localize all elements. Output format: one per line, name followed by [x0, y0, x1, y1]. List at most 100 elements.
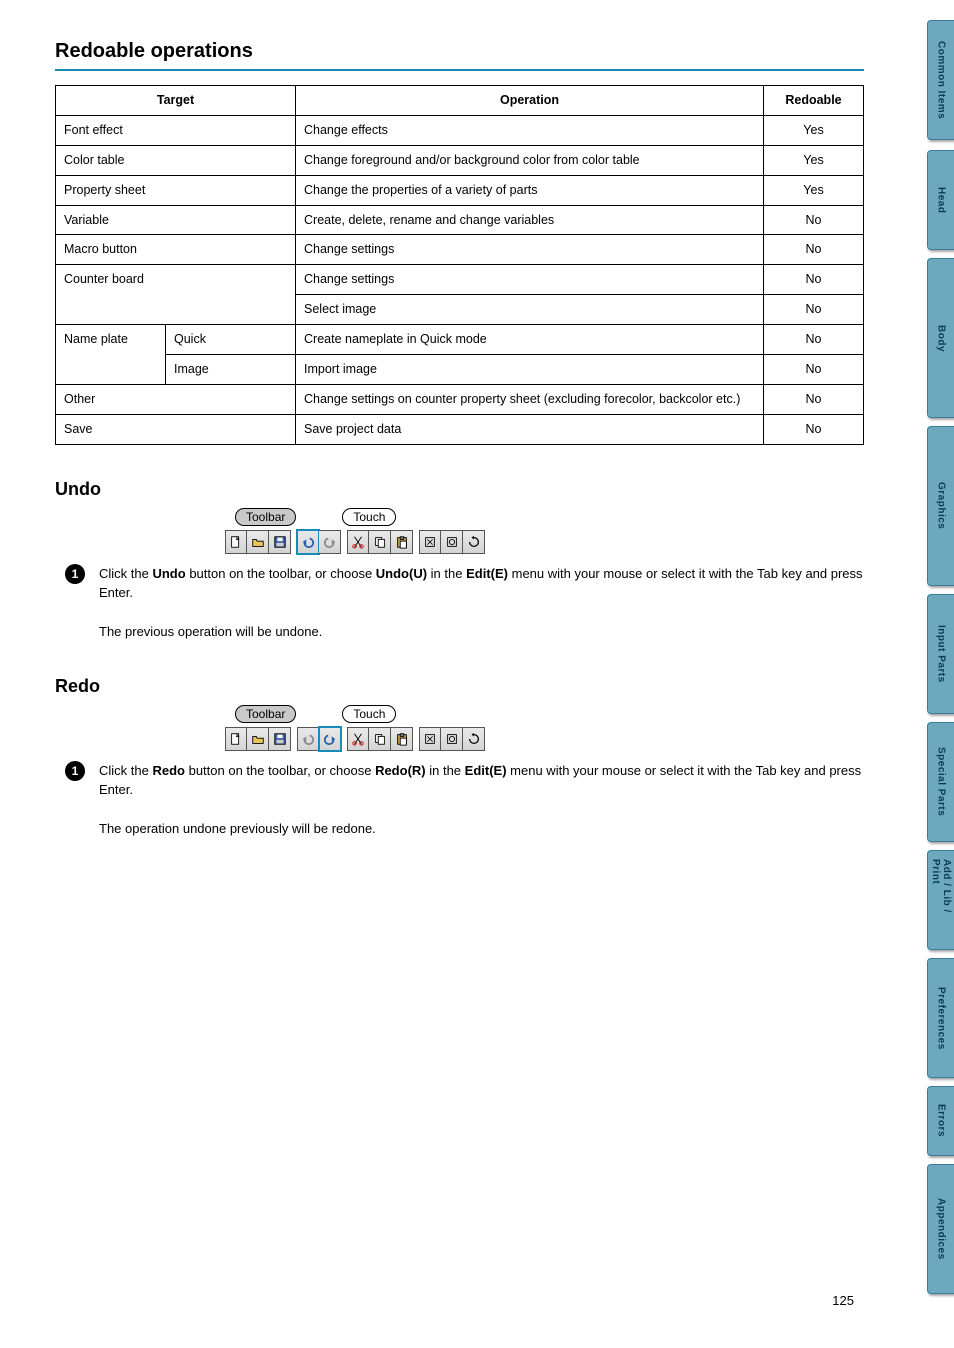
cell-op: Change foreground and/or background colo… [296, 145, 764, 175]
t: in the [431, 566, 466, 581]
cut-icon[interactable] [347, 727, 369, 751]
cell-target: Color table [56, 145, 296, 175]
toolbar [225, 727, 864, 751]
side-tab[interactable]: Head [927, 150, 954, 250]
cell-target: Other [56, 384, 296, 414]
touch-label: Touch [342, 705, 396, 723]
cell-op: Create, delete, rename and change variab… [296, 205, 764, 235]
side-tab[interactable]: Special Parts [927, 722, 954, 842]
table-row: Variable Create, delete, rename and chan… [56, 205, 864, 235]
side-tab[interactable]: Body [927, 258, 954, 418]
cell-target: Save [56, 414, 296, 444]
cell-redo: Yes [764, 175, 864, 205]
cell-target: Property sheet [56, 175, 296, 205]
toolbar-label: Toolbar [235, 705, 296, 723]
side-tab[interactable]: Add / Lib / Print [927, 850, 954, 950]
menu-name: Edit(E) [465, 763, 507, 778]
result-text: The previous operation will be undone. [99, 624, 322, 639]
copy-icon[interactable] [369, 727, 391, 751]
undo-step: 1 Click the Undo button on the toolbar, … [65, 564, 864, 642]
cell-op: Change settings [296, 265, 764, 295]
cell-redo: No [764, 384, 864, 414]
t: Click the [99, 763, 152, 778]
step-number-icon: 1 [65, 564, 85, 584]
cell-redo: No [764, 265, 864, 295]
redo-icon[interactable] [319, 727, 341, 751]
cut-icon[interactable] [347, 530, 369, 554]
table-row: Image Import image No [56, 354, 864, 384]
btn-label: Undo [152, 566, 185, 581]
table-row: Name plate Quick Create nameplate in Qui… [56, 325, 864, 355]
redo-toolbar-block: Toolbar Touch [225, 705, 864, 751]
cell-redo: No [764, 205, 864, 235]
open-folder-icon[interactable] [247, 530, 269, 554]
menu-item: Redo(R) [375, 763, 426, 778]
cell-redo: No [764, 325, 864, 355]
th-operation: Operation [296, 86, 764, 116]
cell-target: Macro button [56, 235, 296, 265]
new-file-icon[interactable] [225, 727, 247, 751]
undo-toolbar-block: Toolbar Touch [225, 508, 864, 554]
cell-redo: No [764, 414, 864, 444]
side-tab[interactable]: Graphics [927, 426, 954, 586]
cell-op: Change settings on counter property shee… [296, 384, 764, 414]
t: button on the toolbar, or choose [189, 763, 375, 778]
table-row: Property sheet Change the properties of … [56, 175, 864, 205]
tool-a-icon[interactable] [419, 727, 441, 751]
t: Click the [99, 566, 152, 581]
tool-b-icon[interactable] [441, 727, 463, 751]
cell-target: Name plate [56, 325, 166, 385]
cell-op: Select image [296, 295, 764, 325]
save-icon[interactable] [269, 727, 291, 751]
paste-icon[interactable] [391, 727, 413, 751]
table-row: Font effect Change effects Yes [56, 115, 864, 145]
cell-op: Change effects [296, 115, 764, 145]
table-row: Macro button Change settings No [56, 235, 864, 265]
cell-sub: Quick [166, 325, 296, 355]
tool-a-icon[interactable] [419, 530, 441, 554]
cell-op: Change the properties of a variety of pa… [296, 175, 764, 205]
refresh-icon[interactable] [463, 530, 485, 554]
btn-label: Redo [152, 763, 185, 778]
cell-target: Font effect [56, 115, 296, 145]
tool-b-icon[interactable] [441, 530, 463, 554]
side-tab[interactable]: Common Items [927, 20, 954, 140]
copy-icon[interactable] [369, 530, 391, 554]
section-title: Redoable operations [55, 40, 864, 63]
side-tab[interactable]: Appendices [927, 1164, 954, 1294]
section-rule [55, 69, 864, 71]
redo-heading: Redo [55, 676, 864, 697]
new-file-icon[interactable] [225, 530, 247, 554]
table-row: Color table Change foreground and/or bac… [56, 145, 864, 175]
side-tab[interactable]: Preferences [927, 958, 954, 1078]
cell-op: Save project data [296, 414, 764, 444]
cell-redo: Yes [764, 115, 864, 145]
page-number: 125 [832, 1293, 854, 1308]
cell-target: Counter board [56, 265, 296, 325]
redo-icon[interactable] [319, 530, 341, 554]
step-text: Click the Redo button on the toolbar, or… [99, 761, 864, 839]
result-text: The operation undone previously will be … [99, 821, 376, 836]
side-tabs: Common Items Head Body Graphics Input Parts S… [922, 0, 954, 1348]
t: in the [429, 763, 464, 778]
cell-redo: No [764, 354, 864, 384]
save-icon[interactable] [269, 530, 291, 554]
open-folder-icon[interactable] [247, 727, 269, 751]
menu-name: Edit(E) [466, 566, 508, 581]
step-number-icon: 1 [65, 761, 85, 781]
menu-item: Undo(U) [376, 566, 427, 581]
side-tab[interactable]: Errors [927, 1086, 954, 1156]
cell-redo: Yes [764, 145, 864, 175]
side-tab[interactable]: Input Parts [927, 594, 954, 714]
touch-label: Touch [342, 508, 396, 526]
toolbar-label: Toolbar [235, 508, 296, 526]
cell-redo: No [764, 295, 864, 325]
refresh-icon[interactable] [463, 727, 485, 751]
cell-redo: No [764, 235, 864, 265]
paste-icon[interactable] [391, 530, 413, 554]
cell-op: Change settings [296, 235, 764, 265]
undo-heading: Undo [55, 479, 864, 500]
undo-icon[interactable] [297, 530, 319, 554]
toolbar [225, 530, 864, 554]
undo-icon[interactable] [297, 727, 319, 751]
